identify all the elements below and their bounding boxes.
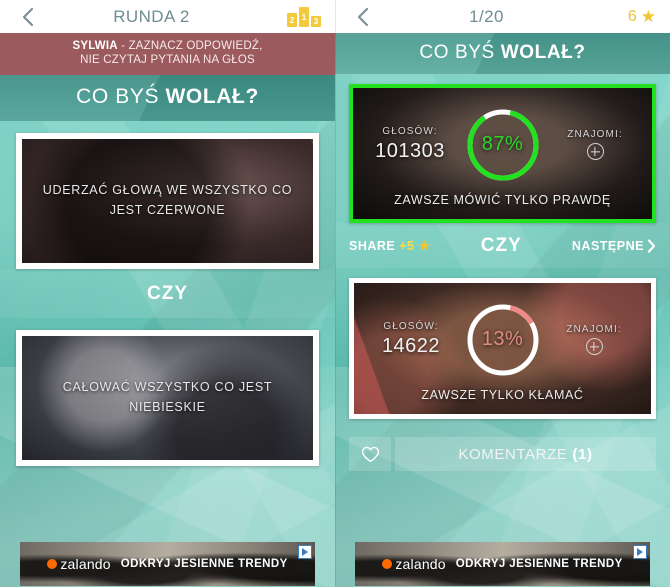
ad-banner-right-inner[interactable]: zalando ODKRYJ JESIENNE TRENDY: [355, 541, 650, 586]
round-title: RUNDA 2: [113, 6, 190, 26]
percent-ring-1: 87%: [464, 106, 542, 184]
comments-row: KOMENTARZE (1): [349, 437, 656, 471]
back-button-left[interactable]: [14, 4, 40, 30]
result-card-2-stats: GŁOSÓW: 14622 13% ZNAJOMI:: [354, 292, 651, 388]
zalando-logo-icon: [382, 558, 393, 569]
instruction-line-1: - ZAZNACZ ODPOWIEDŹ,: [117, 40, 263, 52]
answer-card-1-photo: UDERZAĆ GŁOWĄ WE WSZYSTKO CO JEST CZERWO…: [22, 138, 313, 263]
chevron-left-icon: [22, 7, 33, 26]
result-card-1-caption: ZAWSZE MÓWIĆ TYLKO PRAWDĘ: [394, 192, 611, 207]
answer-card-1[interactable]: UDERZAĆ GŁOWĄ WE WSZYSTKO CO JEST CZERWO…: [16, 132, 319, 269]
answer-card-2-label: CAŁOWAĆ WSZYSTKO CO JEST NIEBIESKIE: [62, 380, 273, 414]
player-name: SYLWIA: [72, 40, 118, 52]
star-icon: ★: [640, 7, 656, 26]
answer-cards: UDERZAĆ GŁOWĄ WE WSZYSTKO CO JEST CZERWO…: [0, 121, 335, 269]
next-button[interactable]: NASTĘPNE: [572, 239, 656, 253]
heart-outline-icon: [361, 446, 379, 462]
adchoices-triangle: [302, 547, 308, 556]
left-topbar-right: 2 1 3: [263, 6, 321, 27]
result-card-2-photo: GŁOSÓW: 14622 13% ZNAJOMI: ZAWSZE TYLKO …: [354, 283, 651, 414]
left-topbar: RUNDA 2 2 1 3: [0, 0, 335, 33]
ad-brand-name-right: zalando: [395, 555, 446, 572]
star-icon-share: ★: [418, 238, 431, 253]
panel-divider: [335, 0, 336, 587]
adchoices-icon-left[interactable]: [298, 544, 312, 559]
favorite-button[interactable]: [349, 437, 391, 471]
plus-circle-icon-2[interactable]: [585, 338, 603, 355]
star-count: 6: [627, 7, 637, 25]
ad-banner-left[interactable]: zalando ODKRYJ JESIENNE TRENDY: [0, 540, 335, 587]
czy-divider-left: CZY: [0, 268, 335, 318]
result-card-2-friends: ZNAJOMI:: [551, 324, 637, 355]
adchoices-triangle: [637, 547, 643, 556]
result-card-1-stats: GŁOSÓW: 101303 87% ZNAJOMI:: [353, 97, 652, 193]
ad-text-right: ODKRYJ JESIENNE TRENDY: [455, 557, 623, 570]
result-card-1-friends: ZNAJOMI:: [552, 129, 638, 160]
share-bonus: +5: [399, 239, 415, 253]
result-card-1-photo: GŁOSÓW: 101303 87% ZNAJOMI: ZAWSZE MÓWIĆ…: [353, 88, 652, 219]
question-heading-left: CO BYŚ WOLAŁ?: [0, 75, 335, 121]
next-label: NASTĘPNE: [571, 239, 644, 253]
ad-banner-right[interactable]: zalando ODKRYJ JESIENNE TRENDY: [335, 540, 670, 587]
answer-card-2-photo: CAŁOWAĆ WSZYSTKO CO JEST NIEBIESKIE: [22, 335, 313, 460]
zalando-logo-icon: [47, 558, 58, 569]
right-topbar-right: 6 ★: [598, 8, 656, 26]
result-card-1-votes: GŁOSÓW: 101303: [367, 126, 453, 163]
chevron-left-icon: [357, 7, 368, 26]
player-instruction-banner: SYLWIA - ZAZNACZ ODPOWIEDŹ, NIE CZYTAJ P…: [0, 33, 335, 75]
answer-card-2[interactable]: CAŁOWAĆ WSZYSTKO CO JEST NIEBIESKIE: [16, 329, 319, 466]
ad-banner-left-inner[interactable]: zalando ODKRYJ JESIENNE TRENDY: [20, 541, 315, 586]
comments-button[interactable]: KOMENTARZE (1): [395, 437, 656, 471]
plus-circle-icon-1[interactable]: [586, 143, 604, 160]
share-button[interactable]: SHARE +5 ★: [349, 238, 431, 254]
ad-brand-right: zalando: [382, 555, 446, 572]
ad-brand-name-left: zalando: [60, 555, 111, 572]
percent-label-2: 13%: [481, 328, 524, 350]
votes-value-1: 101303: [375, 140, 445, 162]
podium-place-third: 3: [311, 15, 321, 27]
right-topbar: 1/20 6 ★: [335, 0, 670, 33]
votes-label-2: GŁOSÓW:: [383, 321, 439, 332]
result-card-2[interactable]: GŁOSÓW: 14622 13% ZNAJOMI: ZAWSZE TYLKO …: [349, 278, 656, 419]
result-action-bar: SHARE +5 ★ CZY NASTĘPNE: [335, 223, 670, 268]
ad-text-left: ODKRYJ JESIENNE TRENDY: [120, 557, 288, 570]
answer-card-1-label: UDERZAĆ GŁOWĄ WE WSZYSTKO CO JEST CZERWO…: [42, 183, 293, 217]
percent-label-1: 87%: [481, 133, 524, 155]
comments-count: (1): [572, 445, 593, 463]
answer-cards-2: CAŁOWAĆ WSZYSTKO CO JEST NIEBIESKIE: [0, 318, 335, 466]
friends-label-1: ZNAJOMI:: [567, 129, 623, 140]
right-panel-results-screen: 1/20 6 ★ CO BYŚ WOLAŁ? GŁOSÓW: 101303 87…: [335, 0, 670, 587]
adchoices-icon-right[interactable]: [633, 544, 647, 559]
back-button-right[interactable]: [349, 4, 375, 30]
instruction-line-2: NIE CZYTAJ PYTANIA NA GŁOS: [80, 54, 255, 67]
result-card-2-caption: ZAWSZE TYLKO KŁAMAĆ: [421, 387, 584, 402]
question-heading-bold: WOLAŁ?: [165, 84, 259, 108]
result-card-2-wrap: GŁOSÓW: 14622 13% ZNAJOMI: ZAWSZE TYLKO …: [335, 268, 670, 419]
left-panel-question-screen: RUNDA 2 2 1 3 SYLWIA - ZAZNACZ ODPOWIEDŹ…: [0, 0, 335, 587]
votes-label-1: GŁOSÓW:: [382, 126, 438, 137]
question-heading-light: CO BYŚ: [76, 84, 166, 108]
friends-label-2: ZNAJOMI:: [566, 324, 622, 335]
app-root: RUNDA 2 2 1 3 SYLWIA - ZAZNACZ ODPOWIEDŹ…: [0, 0, 670, 587]
result-card-1-selected[interactable]: GŁOSÓW: 101303 87% ZNAJOMI: ZAWSZE MÓWIĆ…: [349, 84, 656, 223]
question-progress: 1/20: [469, 6, 504, 26]
question-heading-light-right: CO BYŚ: [419, 42, 501, 63]
comments-label: KOMENTARZE: [458, 445, 568, 463]
question-heading-right: CO BYŚ WOLAŁ?: [335, 33, 670, 74]
result-card-2-votes: GŁOSÓW: 14622: [368, 321, 454, 358]
ad-brand-left: zalando: [47, 555, 111, 572]
podium-place-second: 2: [287, 12, 297, 27]
percent-ring-2: 13%: [464, 301, 542, 379]
podium-icon[interactable]: 2 1 3: [287, 6, 321, 27]
share-label: SHARE: [349, 239, 396, 253]
votes-value-2: 14622: [381, 335, 441, 357]
question-heading-bold-right: WOLAŁ?: [500, 42, 586, 63]
result-card-1-wrap: GŁOSÓW: 101303 87% ZNAJOMI: ZAWSZE MÓWIĆ…: [335, 74, 670, 223]
chevron-right-icon: [647, 239, 656, 253]
podium-place-first: 1: [299, 6, 309, 27]
czy-divider-right: CZY: [480, 235, 522, 256]
